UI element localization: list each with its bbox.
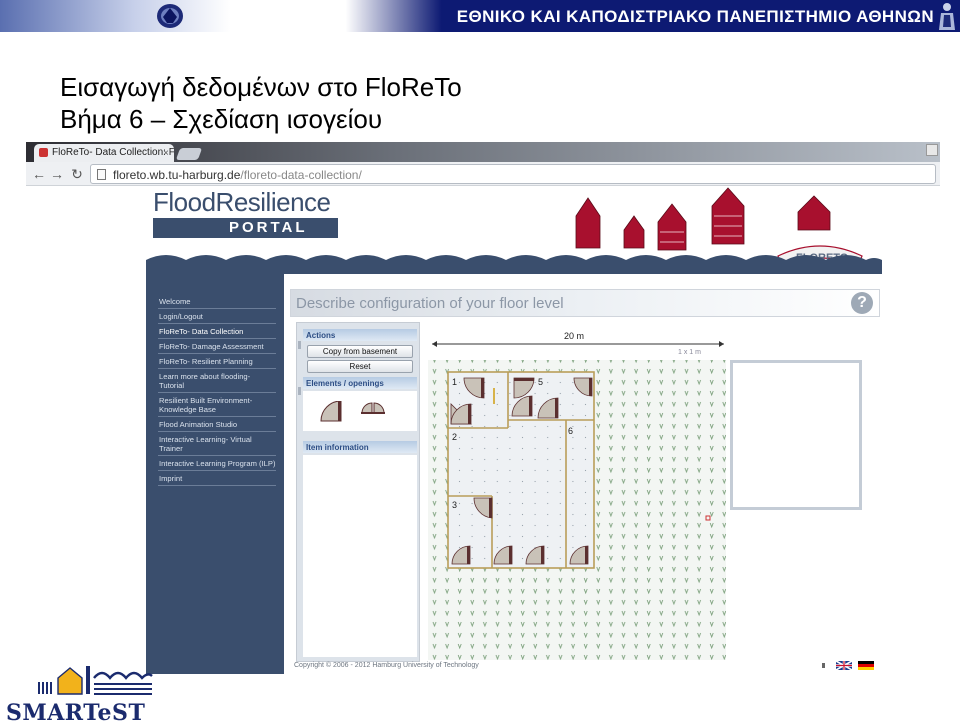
sidebar-item-imprint[interactable]: Imprint: [158, 471, 276, 486]
tool-heading: Describe configuration of your floor lev…: [296, 295, 564, 312]
athena-figure-icon: [939, 3, 955, 30]
university-crest-icon: [157, 4, 183, 28]
german-flag-icon[interactable]: [858, 661, 874, 670]
url-path: /floreto-data-collection/: [240, 168, 362, 182]
reset-button[interactable]: Reset: [307, 360, 413, 373]
slide-subtitle: Βήμα 6 – Σχεδίαση ισογείου: [60, 104, 383, 134]
double-door-element-icon[interactable]: [361, 399, 385, 415]
room-number-1: 1: [452, 377, 457, 387]
sidebar-item-tutorial[interactable]: Learn more about flooding- Tutorial: [158, 369, 276, 393]
page-icon: [97, 169, 106, 180]
room-number-2: 2: [452, 432, 457, 442]
university-banner: ΕΘΝΙΚΟ ΚΑΙ ΚΑΠΟΔΙΣΤΡΙΑΚΟ ΠΑΝΕΠΙΣΤΗΜΙΟ ΑΘ…: [0, 0, 960, 32]
back-arrow-icon[interactable]: ←: [30, 165, 48, 183]
sidebar-item-virtual-trainer[interactable]: Interactive Learning- Virtual Trainer: [158, 432, 276, 456]
wave-divider: [146, 255, 882, 276]
browser-tab[interactable]: FloReTo- Data Collection: F ×: [34, 144, 174, 162]
reload-icon[interactable]: ↻: [68, 165, 86, 183]
sidebar-item-resilient-planning[interactable]: FloReTo- Resilient Planning: [158, 354, 276, 369]
panel-scroll-marker: [298, 387, 301, 395]
close-tab-icon[interactable]: ×: [163, 148, 169, 159]
uk-flag-icon[interactable]: [835, 660, 853, 670]
new-tab-button[interactable]: [175, 148, 203, 160]
university-name: ΕΘΝΙΚΟ ΚΑΙ ΚΑΠΟΔΙΣΤΡΙΑΚΟ ΠΑΝΕΠΙΣΤΗΜΙΟ ΑΘ…: [456, 7, 934, 26]
panel-scroll-marker: [298, 341, 301, 349]
flood-resilience-logo[interactable]: FloodResilience PORTAL: [153, 188, 338, 240]
window-control-button[interactable]: [926, 144, 938, 156]
smartest-logo-text: SMARTeST: [6, 700, 146, 726]
room-number-6: 6: [568, 426, 573, 436]
scale-width-label: 20 m: [564, 331, 584, 341]
language-flags: [822, 660, 874, 670]
actions-header: Actions: [303, 329, 417, 341]
tab-bar: FloReTo- Data Collection: F ×: [26, 142, 940, 162]
help-icon[interactable]: ?: [851, 292, 873, 314]
elements-palette: [303, 391, 417, 431]
sidebar-item-welcome[interactable]: Welcome: [158, 294, 276, 309]
slide-title: Εισαγωγή δεδομένων στο FloReTo: [60, 72, 462, 102]
forward-arrow-icon[interactable]: →: [48, 165, 66, 183]
floor-config-tool: Describe configuration of your floor lev…: [284, 274, 882, 674]
sidebar-menu: Welcome Login/Logout FloReTo- Data Colle…: [146, 294, 284, 486]
room-number-3: 3: [452, 500, 457, 510]
browser-toolbar: ← → ↻ floreto.wb.tu-harburg.de/floreto-d…: [26, 162, 940, 186]
tool-header: Describe configuration of your floor lev…: [290, 289, 880, 317]
browser-screenshot: FloReTo- Data Collection: F × ← → ↻ flor…: [26, 142, 940, 674]
portal-page: FloodResilience PORTAL FLORETO Welcome L…: [26, 186, 940, 674]
door-element-icon[interactable]: [319, 401, 343, 423]
sidebar-item-login[interactable]: Login/Logout: [158, 309, 276, 324]
smartest-emblem-icon: [38, 666, 153, 695]
tool-side-panel: Actions Copy from basement Reset Element…: [296, 322, 420, 662]
sidebar-item-ilp[interactable]: Interactive Learning Program (ILP): [158, 456, 276, 471]
language-marker-icon: [822, 663, 825, 668]
portal-sidebar: Welcome Login/Logout FloReTo- Data Colle…: [146, 274, 284, 674]
smartest-logo: SMARTeST: [6, 662, 186, 726]
tab-title: FloReTo- Data Collection: F: [52, 147, 174, 158]
item-preview-box: [730, 360, 862, 510]
scale-cell-label: 1 x 1 m: [678, 349, 701, 356]
floor-plan-canvas[interactable]: 20 m 1 x 1 m 1 5 2 6 3: [428, 322, 726, 662]
sidebar-item-damage-assessment[interactable]: FloReTo- Damage Assessment: [158, 339, 276, 354]
copyright-text: Copyright © 2006 - 2012 Hamburg Universi…: [294, 662, 479, 669]
sidebar-item-knowledge-base[interactable]: Resilient Built Environment- Knowledge B…: [158, 393, 276, 417]
item-information-header: Item information: [303, 441, 417, 453]
copy-from-basement-button[interactable]: Copy from basement: [307, 345, 413, 358]
sidebar-item-animation-studio[interactable]: Flood Animation Studio: [158, 417, 276, 432]
room-number-5: 5: [538, 377, 543, 387]
sidebar-item-data-collection[interactable]: FloReTo- Data Collection: [158, 324, 276, 339]
logo-title: FloodResilience: [153, 187, 331, 217]
url-host: floreto.wb.tu-harburg.de: [113, 168, 241, 182]
favicon-icon: [39, 148, 48, 157]
logo-subtitle: PORTAL: [153, 218, 338, 238]
address-bar[interactable]: floreto.wb.tu-harburg.de/floreto-data-co…: [90, 164, 936, 184]
elements-header: Elements / openings: [303, 377, 417, 389]
item-information-panel: [303, 455, 417, 657]
